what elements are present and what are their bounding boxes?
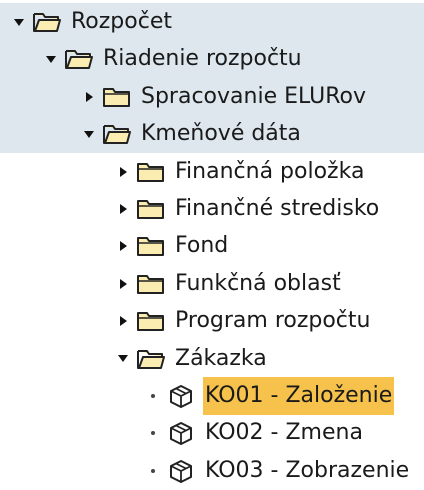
bullet-icon bbox=[146, 452, 160, 490]
tree-item-label: Kmeňové dáta bbox=[141, 121, 301, 147]
expand-arrow-icon[interactable] bbox=[82, 78, 96, 116]
tree-item-label: Program rozpočtu bbox=[175, 308, 371, 334]
transaction-cube-icon bbox=[166, 459, 196, 483]
transaction-cube-icon bbox=[166, 384, 196, 408]
tree-folder-item[interactable]: Kmeňové dáta bbox=[0, 115, 424, 153]
tree-item-label: KO02 - Zmena bbox=[205, 420, 363, 446]
tree-item-label: Fond bbox=[175, 233, 229, 259]
tree-item-label: Rozpočet bbox=[71, 9, 172, 34]
expand-arrow-icon[interactable] bbox=[116, 302, 130, 340]
folder-icon bbox=[136, 197, 166, 221]
tree-folder-item[interactable]: Finančná položka bbox=[0, 153, 424, 191]
collapse-arrow-icon[interactable] bbox=[116, 340, 130, 378]
tree-folder-item[interactable]: Program rozpočtu bbox=[0, 302, 424, 340]
expand-arrow-icon[interactable] bbox=[116, 227, 130, 265]
bullet-icon bbox=[146, 414, 160, 452]
folder-icon bbox=[136, 234, 166, 258]
tree-item-label: KO01 - Založenie bbox=[203, 377, 395, 415]
tree-item-label: Zákazka bbox=[175, 345, 267, 371]
tree-folder-item[interactable]: Funkčná oblasť bbox=[0, 265, 424, 303]
tree-folder-item[interactable]: Finančné stredisko bbox=[0, 190, 424, 228]
tree-item-label: Finančná položka bbox=[175, 158, 365, 184]
expand-arrow-icon[interactable] bbox=[116, 153, 130, 191]
tree-leaf-item[interactable]: KO03 - Zobrazenie bbox=[0, 452, 424, 490]
tree-item-label: KO03 - Zobrazenie bbox=[205, 457, 410, 483]
tree-leaf-item[interactable]: KO02 - Zmena bbox=[0, 414, 424, 452]
bullet-icon bbox=[146, 377, 160, 415]
folder-open-icon bbox=[136, 347, 166, 371]
folder-open-icon bbox=[32, 10, 62, 34]
transaction-cube-icon bbox=[166, 421, 196, 446]
expand-arrow-icon[interactable] bbox=[116, 190, 130, 228]
tree-folder-item[interactable]: Spracovanie ELURov bbox=[0, 78, 424, 116]
tree-folder-item[interactable]: Fond bbox=[0, 227, 424, 265]
folder-icon bbox=[102, 85, 132, 109]
folder-open-icon bbox=[64, 47, 94, 71]
folder-icon bbox=[136, 309, 166, 333]
tree-folder-item[interactable]: Zákazka bbox=[0, 340, 424, 378]
expand-arrow-icon[interactable] bbox=[116, 265, 130, 303]
collapse-arrow-icon[interactable] bbox=[12, 3, 26, 41]
tree-item-label: Funkčná oblasť bbox=[175, 270, 341, 296]
collapse-arrow-icon[interactable] bbox=[44, 40, 58, 78]
folder-open-icon bbox=[102, 122, 132, 146]
tree-folder-item[interactable]: Rozpočet bbox=[0, 3, 424, 41]
folder-icon bbox=[136, 272, 166, 296]
tree-leaf-item[interactable]: KO01 - Založenie bbox=[0, 377, 424, 415]
tree-item-label: Finančné stredisko bbox=[175, 196, 380, 221]
tree-item-label: Spracovanie ELURov bbox=[141, 83, 367, 109]
tree-folder-item[interactable]: Riadenie rozpočtu bbox=[0, 40, 424, 78]
folder-icon bbox=[136, 160, 166, 184]
collapse-arrow-icon[interactable] bbox=[82, 115, 96, 153]
tree-item-label: Riadenie rozpočtu bbox=[103, 46, 302, 72]
